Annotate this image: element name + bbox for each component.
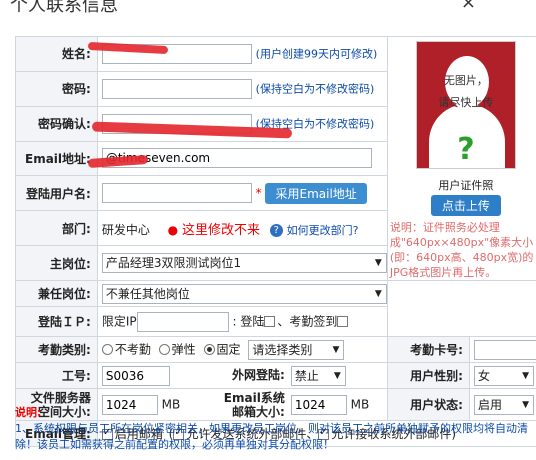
confirm-label: 密码确认: [15, 105, 98, 142]
upload-button[interactable]: 点击上传 [430, 195, 501, 216]
photo-panel: 无图片， 请尽快上传 ? 用户证件照 点击上传 说明：证件照务必处理成"640p… [386, 36, 536, 281]
close-icon[interactable]: × [461, 0, 476, 13]
window-title: 个人联系信息 [10, 0, 118, 16]
gender-label: 用户性别: [386, 362, 470, 389]
ip-checkin-checkbox[interactable] [337, 316, 349, 327]
email-label: Email地址: [15, 140, 98, 177]
card-input[interactable] [473, 339, 536, 360]
gender-select[interactable]: 女 ▼ [473, 365, 534, 386]
bullet-icon: ● [167, 222, 179, 237]
attendance-label: 考勤类别: [15, 336, 98, 363]
main-post-label: 主岗位: [15, 245, 98, 281]
photo-line2: 请尽快上传 [438, 96, 494, 109]
password-hint: (保持空白为不修改密码) [255, 82, 375, 96]
required-star: * [255, 185, 262, 200]
side-post-select[interactable]: 不兼任其他岗位 ▼ [101, 283, 387, 304]
name-hint: (用户创建99天内可修改) [255, 47, 378, 61]
photo-placeholder: 无图片， 请尽快上传 ? [415, 41, 516, 169]
radio-flexible[interactable] [158, 344, 170, 355]
radio-no-attendance-label: 不考勤 [114, 342, 151, 356]
footer-note: 说明: 1、系统权限与员工所在岗位紧密相关，如果更改员工岗位，则对该员工之前所单… [15, 405, 536, 453]
ip-login-checkbox[interactable] [264, 316, 276, 327]
radio-fixed-label: 固定 [216, 342, 241, 356]
workno-input[interactable] [101, 365, 170, 386]
ip-colon: : [232, 314, 237, 328]
help-icon[interactable]: ? [269, 223, 283, 237]
note-body: 1、系统权限与员工所在岗位紧密相关，如果更改员工岗位，则对该员工之前所单独赋予的… [15, 422, 528, 451]
dropdown-arrow-icon: ▼ [333, 370, 341, 381]
dept-annotation: 这里修改不来 [181, 222, 260, 238]
title-bar: 个人联系信息 × [0, 0, 536, 22]
ip-label: 登陆ＩＰ: [15, 306, 98, 337]
radio-fixed[interactable] [203, 344, 215, 355]
dept-help-link[interactable]: 如何更改部门? [287, 224, 359, 237]
photo-caption: 用户证件照 [438, 179, 494, 192]
photo-note: 说明：证件照务必处理成"640px×480px"像素大小(即：640px高、48… [389, 221, 534, 279]
photo-line1: 无图片， [443, 74, 488, 87]
login-label: 登陆用户名: [15, 175, 98, 212]
dropdown-arrow-icon: ▼ [332, 344, 340, 355]
password-input[interactable] [101, 78, 252, 99]
dept-value: 研发中心 [101, 222, 150, 237]
password-label: 密码: [15, 70, 98, 107]
login-input[interactable] [101, 183, 252, 204]
workno-label: 工号: [15, 362, 98, 389]
ext-login-select[interactable]: 禁止 ▼ [290, 365, 346, 386]
ip-checkin-label: 考勤签到 [289, 314, 338, 328]
note-heading: 说明: [15, 406, 42, 419]
card-label: 考勤卡号: [386, 336, 470, 363]
ip-prefix: 限定IP [101, 314, 137, 328]
dept-label: 部门: [15, 210, 98, 247]
use-email-button[interactable]: 采用Email地址 [265, 182, 367, 204]
ext-login-label: 外网登陆: [232, 368, 285, 382]
attendance-select[interactable]: 请选择类别 ▼ [248, 339, 345, 360]
radio-flexible-label: 弹性 [171, 342, 196, 356]
side-post-label: 兼任岗位: [15, 280, 98, 307]
ip-login-label: 登陆 [240, 314, 265, 328]
name-label: 姓名: [15, 36, 98, 72]
main-post-select[interactable]: 产品经理3双限测试岗位1 ▼ [101, 253, 387, 274]
question-mark-icon: ? [457, 132, 475, 167]
dropdown-arrow-icon: ▼ [522, 370, 529, 381]
dropdown-arrow-icon: ▼ [374, 288, 382, 299]
profile-form: 姓名: (用户创建99天内可修改) 无图片， 请尽快上传 ? 用户证件照 点击上… [15, 36, 536, 447]
ip-input[interactable] [136, 311, 229, 332]
radio-no-attendance[interactable] [101, 344, 113, 355]
ip-separator: 、 [277, 314, 290, 328]
dropdown-arrow-icon: ▼ [374, 258, 382, 269]
name-cell: (用户创建99天内可修改) [96, 36, 388, 72]
